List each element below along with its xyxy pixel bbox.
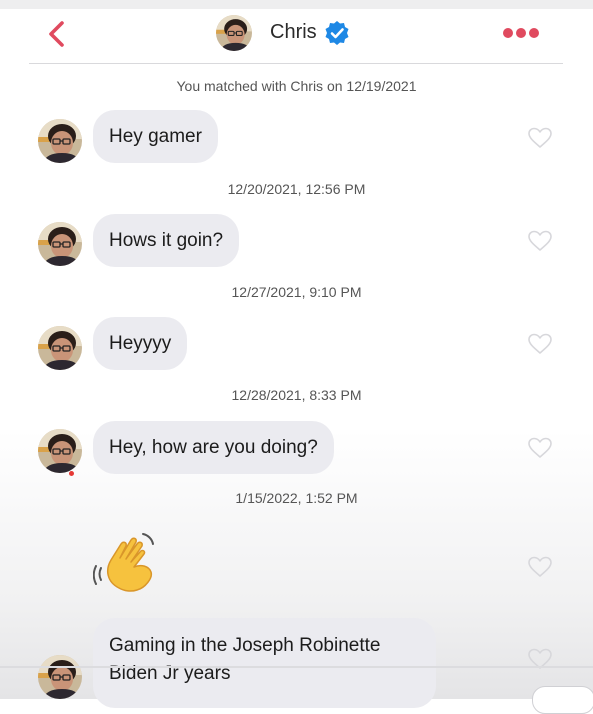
message-text: Hey, how are you doing?	[109, 437, 318, 458]
message-text: Heyyyy	[109, 333, 172, 354]
avatar[interactable]	[38, 655, 82, 699]
message-bubble[interactable]: Hows it goin?	[93, 214, 240, 267]
message-text: Hey gamer	[109, 126, 202, 147]
message-bubble[interactable]: Heyyyy	[93, 317, 188, 370]
heart-icon[interactable]	[527, 332, 553, 356]
avatar[interactable]	[38, 222, 82, 266]
status-strip	[0, 0, 593, 9]
timestamp: 1/15/2022, 1:52 PM	[235, 490, 358, 506]
avatar[interactable]	[38, 119, 82, 163]
bottom-toggle[interactable]	[532, 686, 593, 714]
contact-name[interactable]: Chris	[270, 21, 317, 44]
message-bubble[interactable]: Hey gamer	[93, 110, 218, 163]
online-dot	[69, 471, 74, 476]
heart-icon[interactable]	[527, 555, 553, 579]
avatar[interactable]	[38, 429, 82, 473]
waving-hand-emoji[interactable]	[93, 530, 163, 596]
heart-icon[interactable]	[527, 436, 553, 460]
heart-icon[interactable]	[527, 229, 553, 253]
match-note: You matched with Chris on 12/19/2021	[176, 78, 417, 94]
bottom-divider	[0, 666, 593, 668]
timestamp: 12/28/2021, 8:33 PM	[231, 387, 362, 403]
avatar[interactable]	[38, 326, 82, 370]
message-bubble[interactable]: Gaming in the Joseph Robinette Biden Jr …	[93, 618, 436, 708]
chat-header: Chris	[0, 9, 593, 63]
heart-icon[interactable]	[527, 126, 553, 150]
chevron-left-icon[interactable]	[44, 19, 70, 49]
verified-badge-icon	[325, 21, 349, 45]
timestamp: 12/20/2021, 12:56 PM	[227, 181, 366, 197]
timestamp: 12/27/2021, 9:10 PM	[231, 284, 362, 300]
message-bubble[interactable]: Hey, how are you doing?	[93, 421, 334, 474]
header-avatar[interactable]	[216, 15, 252, 51]
header-divider	[29, 63, 563, 64]
message-text: Hows it goin?	[109, 230, 224, 251]
message-text: Gaming in the Joseph Robinette Biden Jr …	[109, 635, 381, 684]
more-dots-icon[interactable]	[501, 21, 541, 45]
